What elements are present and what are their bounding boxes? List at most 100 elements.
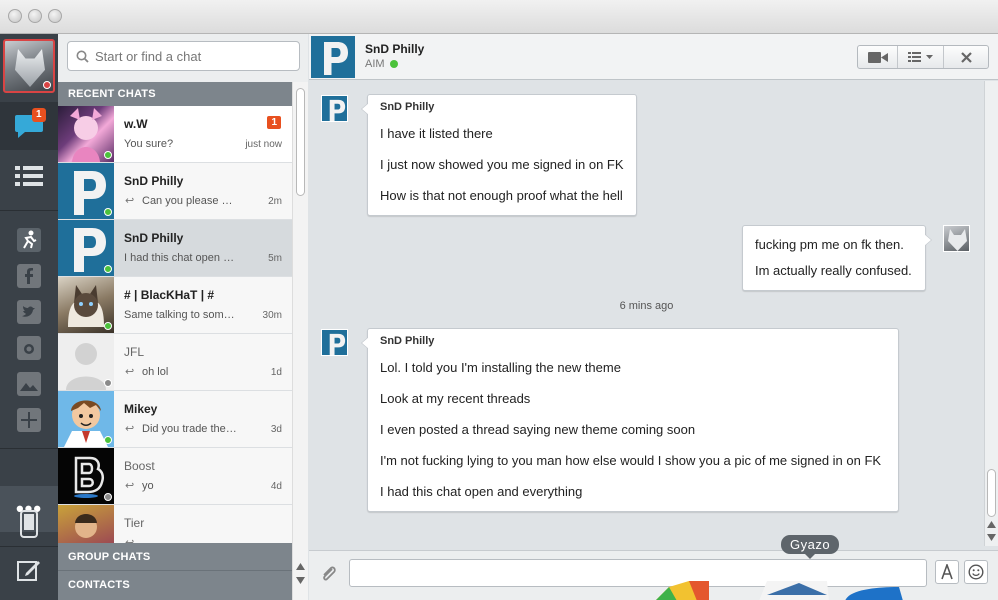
presence-indicator bbox=[104, 208, 112, 216]
mobile-button[interactable] bbox=[0, 500, 58, 548]
chat-list-scrollbar[interactable] bbox=[292, 82, 308, 600]
sender-avatar bbox=[321, 329, 348, 356]
message-sender: SnD Philly bbox=[380, 335, 435, 347]
chat-list-item[interactable]: Boost ↩ yo 4d bbox=[58, 448, 292, 505]
incoming-message-bubble: SnD Philly I have it listed there I just… bbox=[361, 94, 637, 216]
paperclip-icon[interactable] bbox=[320, 564, 338, 584]
chat-name: w.W bbox=[124, 117, 148, 131]
add-account-icon bbox=[17, 408, 41, 432]
photo-icon bbox=[17, 372, 41, 396]
my-message-avatar bbox=[943, 225, 970, 252]
avatar bbox=[58, 505, 114, 543]
contact-name: SnD Philly bbox=[365, 42, 425, 56]
presence-indicator bbox=[104, 151, 112, 159]
chat-list-item[interactable]: SnD Philly I had this chat open … 5m bbox=[58, 220, 292, 277]
chat-list-item[interactable]: w.W 1 You sure? just now bbox=[58, 106, 292, 163]
camera-icon bbox=[17, 336, 41, 360]
add-account-button[interactable] bbox=[0, 396, 58, 444]
scroll-up-arrow-icon[interactable] bbox=[296, 563, 305, 570]
reply-icon: ↩ bbox=[125, 480, 135, 492]
presence-indicator bbox=[104, 265, 112, 273]
scroll-up-arrow-icon[interactable] bbox=[987, 521, 996, 528]
my-avatar[interactable] bbox=[3, 39, 55, 93]
chat-name: JFL bbox=[124, 345, 145, 359]
minimize-window-button[interactable] bbox=[28, 9, 42, 23]
message-text: Im actually really confused. bbox=[755, 263, 912, 278]
list-icon bbox=[15, 166, 43, 186]
chat-name: Mikey bbox=[124, 402, 158, 416]
contact-avatar[interactable] bbox=[311, 36, 355, 78]
message-text: Lol. I told you I'm installing the new t… bbox=[380, 360, 621, 375]
chat-preview: yo bbox=[142, 480, 154, 492]
chat-preview: Same talking to som… bbox=[124, 309, 235, 321]
p-logo-avatar-image bbox=[312, 36, 354, 78]
sender-avatar bbox=[321, 95, 348, 122]
chat-time: 1d bbox=[270, 367, 282, 378]
contacts-list-nav-button[interactable] bbox=[0, 152, 58, 200]
conversation-scrollbar[interactable] bbox=[984, 81, 998, 546]
chat-name: # | BlacKHaT | # bbox=[124, 288, 215, 302]
presence-indicator bbox=[104, 379, 112, 387]
message-composer: Gyazo bbox=[309, 535, 998, 600]
scroll-down-arrow-icon[interactable] bbox=[987, 534, 996, 541]
search-icon bbox=[76, 50, 89, 63]
message-text: I'm not fucking lying to you man how els… bbox=[380, 453, 882, 468]
message-text: I had this chat open and everything bbox=[380, 484, 583, 499]
video-camera-icon bbox=[867, 51, 888, 63]
chat-time: 5m bbox=[268, 253, 282, 264]
recent-chats-header: RECENT CHATS bbox=[58, 82, 292, 106]
chat-preview: I had this chat open … bbox=[124, 252, 235, 264]
options-menu-button[interactable] bbox=[898, 46, 944, 68]
navigation-rail: 1 ••• bbox=[0, 34, 58, 600]
chat-list-item[interactable]: Mikey ↩ Did you trade the… 3d bbox=[58, 391, 292, 448]
gyazo-tooltip: Gyazo bbox=[781, 535, 840, 559]
phone-icon bbox=[20, 510, 38, 538]
message-timestamp: 6 mins ago bbox=[619, 300, 674, 312]
rail-divider bbox=[0, 448, 58, 449]
online-status-dot bbox=[389, 60, 398, 68]
chat-preview: Can you please … bbox=[142, 195, 233, 207]
chats-nav-button[interactable] bbox=[0, 102, 58, 150]
chat-time: 3d bbox=[270, 424, 282, 435]
zoom-window-button[interactable] bbox=[48, 9, 62, 23]
wolf-avatar-image bbox=[948, 229, 967, 251]
video-call-button[interactable] bbox=[858, 46, 898, 68]
chat-name: Boost bbox=[124, 459, 155, 473]
close-icon bbox=[960, 51, 972, 63]
chat-list-panel: RECENT CHATS w.W 1 You sure? just now Sn… bbox=[58, 34, 308, 600]
chat-list-item[interactable]: JFL ↩ oh lol 1d bbox=[58, 334, 292, 391]
group-chats-header[interactable]: GROUP CHATS bbox=[58, 543, 292, 571]
wolf-avatar-image bbox=[15, 49, 45, 87]
chat-name: SnD Philly bbox=[124, 174, 184, 188]
scrollbar-thumb[interactable] bbox=[296, 88, 305, 196]
chat-name: SnD Philly bbox=[124, 231, 184, 245]
scroll-down-arrow-icon[interactable] bbox=[296, 577, 305, 584]
compose-button[interactable] bbox=[0, 546, 58, 594]
chat-time: 30m bbox=[262, 310, 282, 321]
chat-name: Tier bbox=[124, 516, 145, 530]
reply-icon: ↩ bbox=[125, 423, 135, 435]
search-box[interactable] bbox=[67, 41, 300, 71]
scrollbar-thumb[interactable] bbox=[987, 469, 996, 517]
search-input[interactable] bbox=[95, 48, 285, 64]
chat-list-item[interactable]: Tier ↩ bbox=[58, 505, 292, 543]
compose-icon bbox=[17, 561, 40, 581]
search-bar bbox=[58, 34, 308, 82]
chat-list-item[interactable]: SnD Philly ↩ Can you please … 2m bbox=[58, 163, 292, 220]
conversation-actions bbox=[857, 45, 989, 69]
contacts-header[interactable]: CONTACTS bbox=[58, 571, 292, 600]
reply-icon: ↩ bbox=[125, 366, 135, 378]
unread-count-badge: 1 bbox=[32, 108, 46, 122]
close-window-button[interactable] bbox=[8, 9, 22, 23]
unread-badge: 1 bbox=[267, 116, 281, 129]
protocol-label: AIM bbox=[365, 58, 385, 70]
chat-preview: You sure? bbox=[124, 138, 174, 150]
message-text: I have it listed there bbox=[380, 126, 493, 141]
message-text: How is that not enough proof what the he… bbox=[380, 188, 623, 203]
conversation-pane: SnD Philly AIM SnD Philly I have it list… bbox=[309, 34, 998, 600]
close-conversation-button[interactable] bbox=[944, 46, 988, 68]
chat-time: just now bbox=[245, 139, 282, 150]
rail-divider bbox=[0, 210, 58, 211]
chat-list-item[interactable]: # | BlacKHaT | # Same talking to som… 30… bbox=[58, 277, 292, 334]
list-options-icon bbox=[907, 52, 933, 62]
